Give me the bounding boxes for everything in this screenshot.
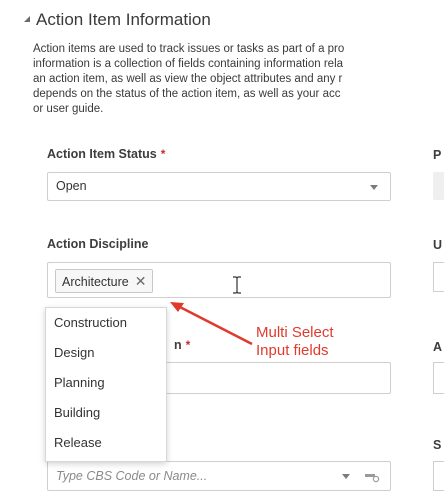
right-field-label: P — [433, 148, 442, 162]
section-title[interactable]: Action Item Information — [24, 10, 211, 30]
description-line: an action item, as well as view the obje… — [33, 73, 343, 85]
caret-down-icon[interactable] — [342, 474, 350, 479]
discipline-multiselect[interactable]: Architecture ✕ — [47, 262, 391, 298]
required-marker: * — [160, 147, 166, 161]
i-beam-cursor-icon — [233, 276, 241, 294]
annotation-arrow — [170, 302, 253, 346]
caret-down-icon — [370, 184, 378, 190]
status-select[interactable]: Open — [47, 172, 391, 201]
dropdown-option[interactable]: Building — [46, 398, 166, 428]
discipline-label: Action Discipline — [47, 237, 149, 251]
right-field-input[interactable] — [433, 362, 444, 394]
cbs-code-placeholder: Type CBS Code or Name... — [56, 469, 208, 483]
remove-chip-icon[interactable]: ✕ — [135, 273, 147, 289]
dropdown-option[interactable]: Design — [46, 338, 166, 368]
description-line: information is a collection of fields co… — [33, 58, 344, 70]
right-field-input[interactable] — [433, 262, 444, 292]
description-line: or user guide. — [33, 103, 104, 115]
dropdown-option[interactable]: Construction — [46, 308, 166, 338]
lookup-icon[interactable] — [364, 471, 380, 483]
status-select-value: Open — [56, 179, 87, 193]
description-line: depends on the status of the action item… — [33, 88, 341, 100]
discipline-dropdown-list: Construction Design Planning Building Re… — [45, 307, 167, 462]
description-line: Action items are used to track issues or… — [33, 43, 345, 55]
right-field-input[interactable] — [433, 461, 444, 491]
section-description: Action items are used to track issues or… — [33, 42, 444, 117]
status-label: Action Item Status * — [47, 147, 166, 161]
right-field-label: S — [433, 438, 442, 452]
right-field-readonly — [433, 172, 444, 200]
right-field-label: U — [433, 238, 443, 252]
annotation-text: Multi Select Input fields — [256, 324, 334, 359]
right-field-label: A — [433, 340, 443, 354]
dropdown-option[interactable]: Planning — [46, 368, 166, 398]
dropdown-option[interactable]: Release — [46, 428, 166, 458]
cbs-code-input[interactable]: Type CBS Code or Name... — [47, 461, 391, 491]
selected-chip: Architecture ✕ — [55, 269, 154, 293]
collapse-triangle-icon[interactable] — [24, 15, 30, 22]
